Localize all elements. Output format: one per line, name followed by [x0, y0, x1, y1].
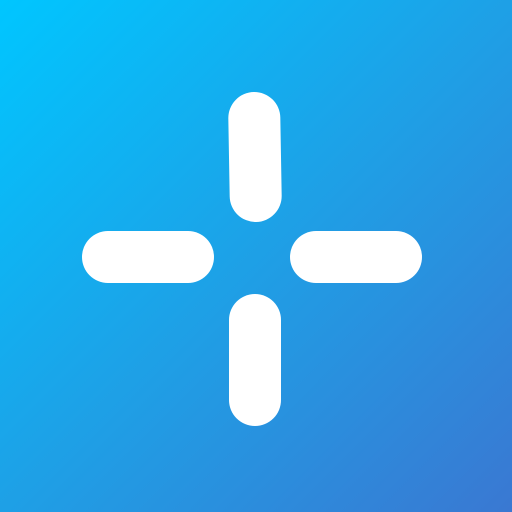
- crosshair-plus-icon: [0, 0, 512, 512]
- crosshair-bar-right: [290, 231, 422, 283]
- app-icon[interactable]: [0, 0, 512, 512]
- crosshair-bar-left: [82, 231, 214, 283]
- crosshair-bar-top: [227, 91, 283, 223]
- crosshair-bar-bottom: [229, 294, 281, 426]
